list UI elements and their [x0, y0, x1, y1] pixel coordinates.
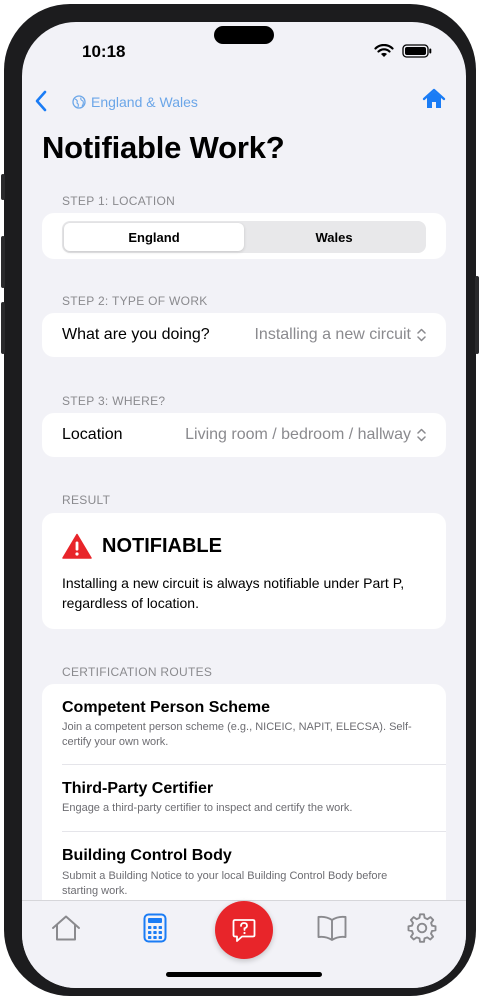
route-competent-person[interactable]: Competent Person Scheme Join a competent… — [42, 684, 446, 764]
tab-home[interactable] — [46, 911, 86, 945]
volume-up-button — [1, 236, 5, 288]
work-type-card: What are you doing? Installing a new cir… — [42, 313, 446, 357]
step2-label: STEP 2: TYPE OF WORK — [62, 294, 208, 308]
result-title: NOTIFIABLE — [102, 534, 222, 557]
tab-settings[interactable] — [402, 911, 442, 945]
globe-icon — [72, 95, 86, 109]
work-type-picker[interactable]: What are you doing? Installing a new cir… — [42, 313, 446, 357]
back-button[interactable] — [34, 90, 54, 114]
chevron-up-down-icon — [417, 328, 426, 342]
home-button[interactable] — [422, 88, 446, 115]
location-where-card: Location Living room / bedroom / hallway — [42, 413, 446, 457]
work-type-value: Installing a new circuit — [254, 326, 411, 343]
house-icon — [52, 915, 80, 941]
region-link[interactable]: England & Wales — [72, 94, 198, 110]
status-time: 10:18 — [82, 42, 126, 61]
home-indicator — [166, 972, 322, 977]
segment-wales[interactable]: Wales — [244, 223, 424, 251]
house-icon — [422, 88, 446, 108]
route-title: Competent Person Scheme — [62, 699, 271, 716]
result-card: NOTIFIABLE Installing a new circuit is a… — [42, 513, 446, 629]
chevron-up-down-icon — [417, 428, 426, 442]
phone-frame: 10:18 England & Wales Notifiable Work? S… — [1, 4, 479, 996]
screen: 10:18 England & Wales Notifiable Work? S… — [22, 22, 466, 988]
tab-calculator[interactable] — [135, 911, 175, 945]
battery-icon — [402, 44, 432, 58]
gear-icon — [407, 913, 437, 943]
step3-label: STEP 3: WHERE? — [62, 394, 166, 408]
result-heading: NOTIFIABLE — [62, 533, 222, 559]
location-label: Location — [62, 426, 123, 443]
route-title: Building Control Body — [62, 847, 232, 864]
result-label: RESULT — [62, 493, 111, 507]
location-card: England Wales — [42, 213, 446, 259]
calculator-icon — [143, 913, 167, 943]
route-desc: Submit a Building Notice to your local B… — [62, 870, 388, 897]
routes-label: CERTIFICATION ROUTES — [62, 665, 213, 679]
question-icon — [232, 919, 256, 942]
work-type-label: What are you doing? — [62, 326, 210, 343]
route-third-party[interactable]: Third-Party Certifier Engage a third-par… — [42, 765, 446, 831]
region-label: England & Wales — [91, 94, 198, 110]
location-segmented-control: England Wales — [62, 221, 426, 253]
tab-notifiable-work[interactable] — [215, 901, 273, 959]
segment-england[interactable]: England — [64, 223, 244, 251]
power-button — [475, 276, 479, 354]
route-desc: Engage a third-party certifier to inspec… — [62, 802, 353, 814]
route-title: Third-Party Certifier — [62, 780, 214, 797]
dynamic-island — [214, 26, 274, 44]
location-value: Living room / bedroom / hallway — [185, 426, 411, 443]
work-type-value-wrap: Installing a new circuit — [254, 326, 426, 344]
volume-down-button — [1, 302, 5, 354]
action-button — [1, 174, 5, 200]
routes-card: Competent Person Scheme Join a competent… — [42, 684, 446, 914]
navigation-bar: England & Wales — [22, 88, 466, 118]
chevron-left-icon — [35, 90, 47, 112]
warning-icon — [62, 533, 92, 559]
wifi-icon — [374, 44, 394, 57]
location-value-wrap: Living room / bedroom / hallway — [185, 426, 426, 444]
route-desc: Join a competent person scheme (e.g., NI… — [62, 721, 412, 748]
location-picker[interactable]: Location Living room / bedroom / hallway — [42, 413, 446, 457]
result-text: Installing a new circuit is always notif… — [62, 575, 405, 611]
step1-label: STEP 1: LOCATION — [62, 194, 176, 208]
status-icons — [374, 44, 432, 58]
page-title: Notifiable Work? — [42, 130, 285, 165]
book-icon — [317, 915, 347, 941]
tab-guide[interactable] — [312, 911, 352, 945]
